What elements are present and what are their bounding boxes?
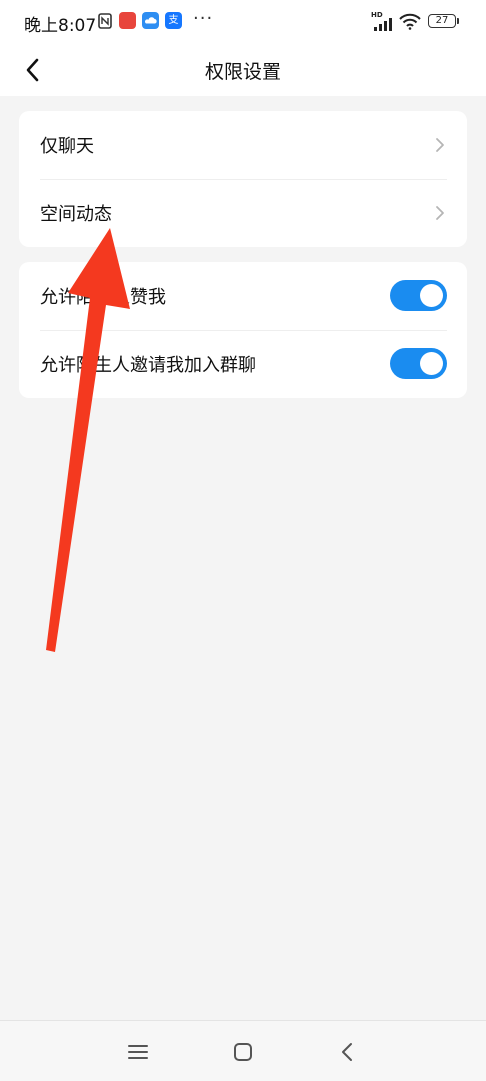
chevron-right-icon	[436, 206, 444, 220]
wifi-icon	[399, 13, 421, 34]
back-icon[interactable]	[333, 1037, 363, 1067]
system-nav-bar	[0, 1020, 486, 1081]
row-label: 仅聊天	[40, 136, 94, 157]
alipay-icon: 支	[165, 12, 182, 29]
chevron-right-icon	[436, 138, 444, 152]
allow-stranger-likes-toggle[interactable]	[390, 280, 447, 311]
row-label: 允许陌生人邀请我加入群聊	[40, 355, 256, 376]
status-time: 晚上8:07	[24, 16, 97, 36]
settings-row-allow-stranger-group-invite: 允许陌生人邀请我加入群聊	[19, 330, 467, 398]
allow-stranger-group-invite-toggle[interactable]	[390, 348, 447, 379]
toggle-knob	[420, 284, 443, 307]
toggle-knob	[420, 352, 443, 375]
battery-icon: 27	[428, 14, 456, 28]
chat-scope-card: 仅聊天 空间动态	[19, 111, 467, 247]
nfc-icon	[98, 13, 112, 33]
row-label: 空间动态	[40, 204, 112, 225]
more-notifications-icon: ···	[193, 8, 214, 29]
battery-level: 27	[435, 15, 449, 26]
battery-tip	[457, 18, 459, 24]
home-icon[interactable]	[228, 1037, 258, 1067]
menu-icon[interactable]	[123, 1037, 153, 1067]
row-label: 允许陌生人赞我	[40, 287, 166, 308]
stranger-permissions-card: 允许陌生人赞我 允许陌生人邀请我加入群聊	[19, 262, 467, 398]
page-title: 权限设置	[204, 61, 281, 83]
cloud-app-icon	[142, 12, 159, 29]
signal-icon	[373, 17, 393, 36]
status-bar: 晚上8:07 支 ··· HD 27	[0, 0, 486, 44]
red-app-icon	[119, 12, 136, 29]
nav-bar: 权限设置	[0, 44, 486, 96]
settings-row-chat-only[interactable]: 仅聊天	[19, 111, 467, 179]
settings-row-allow-stranger-likes: 允许陌生人赞我	[19, 262, 467, 330]
settings-row-space-moments[interactable]: 空间动态	[19, 179, 467, 247]
